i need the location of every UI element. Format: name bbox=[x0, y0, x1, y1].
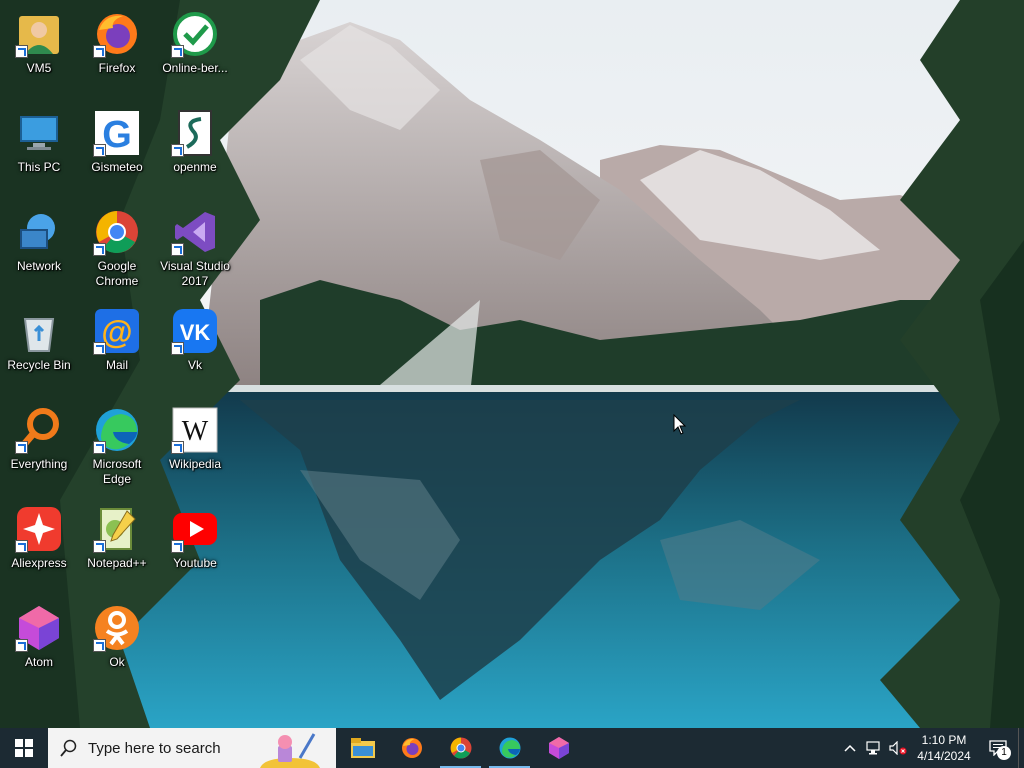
taskbar-app-firefox[interactable] bbox=[387, 728, 436, 768]
desktop-icon-network[interactable]: Network bbox=[1, 202, 77, 296]
desktop-icon-label: Recycle Bin bbox=[7, 358, 71, 372]
desktop-icon-firefox[interactable]: Firefox bbox=[79, 4, 155, 98]
atom-icon bbox=[548, 737, 569, 759]
taskbar-app-edge[interactable] bbox=[485, 728, 534, 768]
shortcut-arrow-icon bbox=[15, 540, 28, 553]
desktop-icon-label: Vk bbox=[187, 358, 202, 372]
desktop-icon-microsoft-edge[interactable]: Microsoft Edge bbox=[79, 400, 155, 494]
search-placeholder: Type here to search bbox=[88, 739, 221, 757]
shortcut-arrow-icon bbox=[15, 639, 28, 652]
desktop-icon-label: Gismeteo bbox=[91, 160, 143, 174]
clock-time: 1:10 PM bbox=[921, 733, 967, 747]
search-icon bbox=[60, 739, 77, 757]
computer-icon bbox=[20, 116, 58, 150]
speaker-muted-icon bbox=[889, 741, 907, 755]
desktop-icon-online-ber[interactable]: Online-ber... bbox=[157, 4, 233, 98]
taskbar: Type here to search 1:10 PM 4/14/2024 1 bbox=[0, 728, 1024, 768]
desktop-icon-label: Google Chrome bbox=[95, 259, 139, 288]
desktop-icon-this-pc[interactable]: This PC bbox=[1, 103, 77, 197]
shortcut-arrow-icon bbox=[93, 243, 106, 256]
shortcut-arrow-icon bbox=[93, 441, 106, 454]
notification-count-badge: 1 bbox=[997, 746, 1011, 760]
taskbar-app-atom[interactable] bbox=[534, 728, 583, 768]
clock-date: 4/14/2024 bbox=[917, 749, 971, 763]
shortcut-arrow-icon bbox=[15, 441, 28, 454]
shortcut-arrow-icon bbox=[93, 45, 106, 58]
desktop-icon-openme[interactable]: openme bbox=[157, 103, 233, 197]
desktop-icon-youtube[interactable]: Youtube bbox=[157, 499, 233, 593]
desktop-icon-label: Everything bbox=[10, 457, 68, 471]
shortcut-arrow-icon bbox=[93, 639, 106, 652]
taskbar-search-box[interactable]: Type here to search bbox=[48, 728, 336, 768]
shortcut-arrow-icon bbox=[93, 342, 106, 355]
chrome-icon bbox=[450, 737, 471, 759]
desktop-icon-label: Microsoft Edge bbox=[92, 457, 142, 486]
desktop-icon-ok[interactable]: Ok bbox=[79, 598, 155, 692]
desktop-icon-google-chrome[interactable]: Google Chrome bbox=[79, 202, 155, 296]
chevron-up-icon bbox=[844, 744, 856, 752]
shortcut-arrow-icon bbox=[93, 144, 106, 157]
svg-text:@: @ bbox=[101, 314, 132, 350]
firefox-icon bbox=[401, 738, 422, 758]
network-icon bbox=[20, 214, 55, 249]
shortcut-arrow-icon bbox=[171, 540, 184, 553]
wired-network-icon bbox=[866, 741, 880, 755]
mouse-cursor-icon bbox=[673, 414, 687, 435]
desktop-icon-notepadpp[interactable]: Notepad++ bbox=[79, 499, 155, 593]
desktop-icon-everything[interactable]: Everything bbox=[1, 400, 77, 494]
desktop-icon-aliexpress[interactable]: Aliexpress bbox=[1, 499, 77, 593]
taskbar-app-file-explorer[interactable] bbox=[338, 728, 387, 768]
desktop-icon-label: Aliexpress bbox=[11, 556, 67, 570]
taskbar-app-chrome[interactable] bbox=[436, 728, 485, 768]
shortcut-arrow-icon bbox=[93, 540, 106, 553]
svg-text:VK: VK bbox=[180, 320, 211, 345]
shortcut-arrow-icon bbox=[171, 441, 184, 454]
shortcut-arrow-icon bbox=[171, 144, 184, 157]
start-button[interactable] bbox=[0, 728, 48, 768]
volume-button[interactable] bbox=[886, 728, 910, 768]
recycle-bin-icon bbox=[23, 318, 55, 352]
taskbar-clock[interactable]: 1:10 PM 4/14/2024 bbox=[910, 732, 978, 764]
desktop-icon-wikipedia[interactable]: W Wikipedia bbox=[157, 400, 233, 494]
search-highlight-art-icon bbox=[260, 733, 320, 768]
shortcut-arrow-icon bbox=[15, 45, 28, 58]
desktop-icon-recycle-bin[interactable]: Recycle Bin bbox=[1, 301, 77, 395]
file-explorer-icon bbox=[350, 738, 375, 758]
edge-icon bbox=[499, 737, 520, 759]
network-status-button[interactable] bbox=[862, 728, 886, 768]
show-desktop-button[interactable] bbox=[1018, 728, 1024, 768]
desktop-icon-label: Visual Studio 2017 bbox=[160, 259, 230, 288]
shortcut-arrow-icon bbox=[171, 45, 184, 58]
svg-text:G: G bbox=[102, 114, 132, 156]
svg-text:W: W bbox=[182, 416, 209, 447]
desktop-icon-label: Online-ber... bbox=[162, 61, 228, 75]
desktop-icon-label: Ok bbox=[109, 655, 125, 669]
desktop-icon-label: Youtube bbox=[173, 556, 217, 570]
desktop-icon-visual-studio[interactable]: Visual Studio 2017 bbox=[157, 202, 233, 296]
shortcut-arrow-icon bbox=[171, 243, 184, 256]
desktop-icon-label: Atom bbox=[24, 655, 53, 669]
desktop-icon-mail[interactable]: @ Mail bbox=[79, 301, 155, 395]
shortcut-arrow-icon bbox=[171, 342, 184, 355]
desktop-icon-label: Wikipedia bbox=[168, 457, 222, 471]
desktop-icon-area: VM5 Firefox Online-ber... This PC G Gism… bbox=[0, 0, 1024, 728]
desktop-icon-label: Network bbox=[16, 259, 61, 273]
system-tray: 1:10 PM 4/14/2024 1 bbox=[838, 728, 1024, 768]
show-hidden-icons-button[interactable] bbox=[838, 728, 862, 768]
desktop-icon-vk[interactable]: VK Vk bbox=[157, 301, 233, 395]
desktop-icon-gismeteo[interactable]: G Gismeteo bbox=[79, 103, 155, 197]
desktop-icon-vm5[interactable]: VM5 bbox=[1, 4, 77, 98]
desktop-icon-label: Notepad++ bbox=[87, 556, 147, 570]
desktop-icon-label: openme bbox=[173, 160, 217, 174]
desktop-icon-label: This PC bbox=[17, 160, 61, 174]
action-center-button[interactable]: 1 bbox=[978, 728, 1018, 768]
desktop-icon-label: VM5 bbox=[26, 61, 52, 75]
desktop-icon-label: Firefox bbox=[98, 61, 136, 75]
desktop-icon-atom[interactable]: Atom bbox=[1, 598, 77, 692]
windows-logo-icon bbox=[15, 739, 33, 757]
desktop-icon-label: Mail bbox=[105, 358, 128, 372]
